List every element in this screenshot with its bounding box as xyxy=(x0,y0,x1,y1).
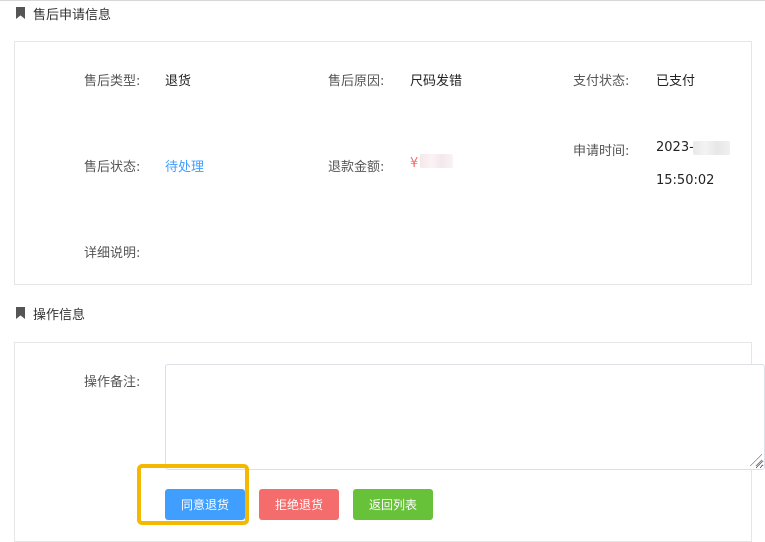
apply-time-clock: 15:50:02 xyxy=(656,173,715,188)
detail-description-label: 详细说明: xyxy=(84,246,141,261)
bookmark-icon xyxy=(16,7,25,19)
pay-status-value: 已支付 xyxy=(656,74,696,89)
aftersale-reason-value: 尺码发错 xyxy=(410,74,463,89)
refund-amount-value: ¥ xyxy=(410,156,419,171)
aftersale-reason-label: 售后原因: xyxy=(328,74,385,89)
remark-textarea[interactable] xyxy=(165,364,765,470)
aftersale-status-value[interactable]: 待处理 xyxy=(165,156,204,175)
apply-section-title: 售后申请信息 xyxy=(33,7,112,23)
apply-section-header: 售后申请信息 xyxy=(16,3,111,23)
apply-time-date: 2023- xyxy=(656,140,694,155)
redacted-amount xyxy=(420,154,453,168)
bookmark-icon xyxy=(16,307,25,319)
agree-return-button[interactable]: 同意退货 xyxy=(165,489,245,520)
reject-return-button[interactable]: 拒绝退货 xyxy=(259,489,339,520)
refund-amount-label: 退款金额: xyxy=(328,160,385,175)
remark-label: 操作备注: xyxy=(84,375,141,390)
aftersale-type-label: 售后类型: xyxy=(84,74,141,89)
top-divider xyxy=(0,0,765,1)
back-to-list-button[interactable]: 返回列表 xyxy=(353,489,433,520)
aftersale-status-label: 售后状态: xyxy=(84,160,141,175)
pay-status-label: 支付状态: xyxy=(573,74,630,89)
aftersale-type-value: 退货 xyxy=(165,74,192,89)
redacted-date xyxy=(693,141,730,155)
operation-section-title: 操作信息 xyxy=(33,307,86,323)
operation-section-header: 操作信息 xyxy=(16,303,85,323)
apply-time-label: 申请时间: xyxy=(573,144,630,159)
